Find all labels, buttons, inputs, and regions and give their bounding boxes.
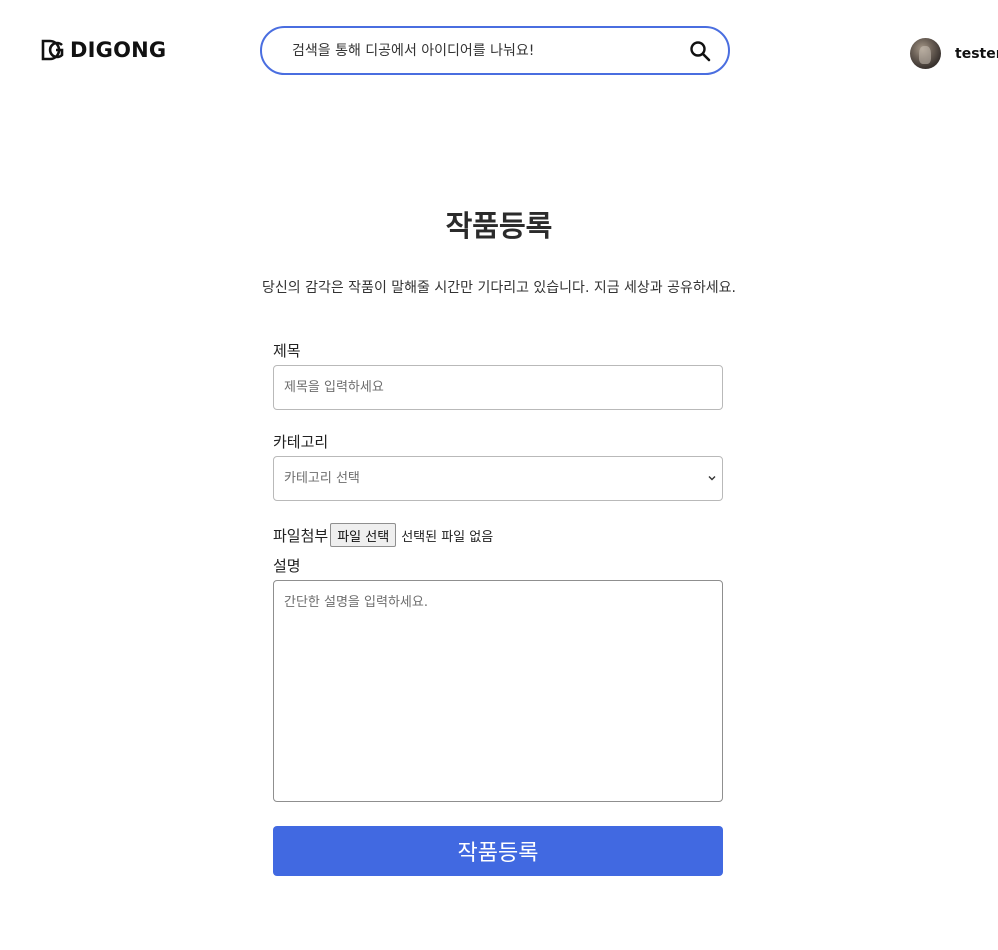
search-bar bbox=[260, 26, 730, 75]
description-label: 설명 bbox=[273, 557, 301, 575]
category-select-wrapper: 카테고리 선택 bbox=[273, 456, 723, 501]
page-title: 작품등록 bbox=[445, 209, 553, 243]
username[interactable]: tester bbox=[955, 46, 998, 62]
search-input[interactable] bbox=[292, 42, 672, 59]
logo-icon bbox=[41, 39, 64, 61]
user-menu[interactable]: tester bbox=[910, 38, 998, 69]
description-textarea[interactable] bbox=[273, 580, 723, 802]
logo-text: DIGONG bbox=[70, 38, 167, 62]
category-label: 카테고리 bbox=[273, 433, 329, 451]
page: DIGONG tester 작품등록 당신의 감각은 작품이 말해줄 시간만 기… bbox=[0, 0, 998, 950]
logo[interactable]: DIGONG bbox=[41, 36, 166, 64]
category-select[interactable]: 카테고리 선택 bbox=[273, 456, 723, 501]
avatar[interactable] bbox=[910, 38, 941, 69]
page-subtitle: 당신의 감각은 작품이 말해줄 시간만 기다리고 있습니다. 지금 세상과 공유… bbox=[262, 280, 736, 296]
title-label: 제목 bbox=[273, 342, 301, 360]
search-icon[interactable] bbox=[688, 39, 712, 63]
file-attach-row: 파일첨부 파일 선택 선택된 파일 없음 bbox=[273, 523, 723, 547]
file-status: 선택된 파일 없음 bbox=[401, 529, 494, 545]
file-select-button[interactable]: 파일 선택 bbox=[330, 523, 397, 547]
submit-button[interactable]: 작품등록 bbox=[273, 826, 723, 876]
upload-form: 제목 카테고리 카테고리 선택 파일첨부 파일 선택 선택된 파일 없음 설명 … bbox=[273, 342, 723, 876]
title-input[interactable] bbox=[273, 365, 723, 410]
file-label: 파일첨부 bbox=[273, 526, 329, 545]
